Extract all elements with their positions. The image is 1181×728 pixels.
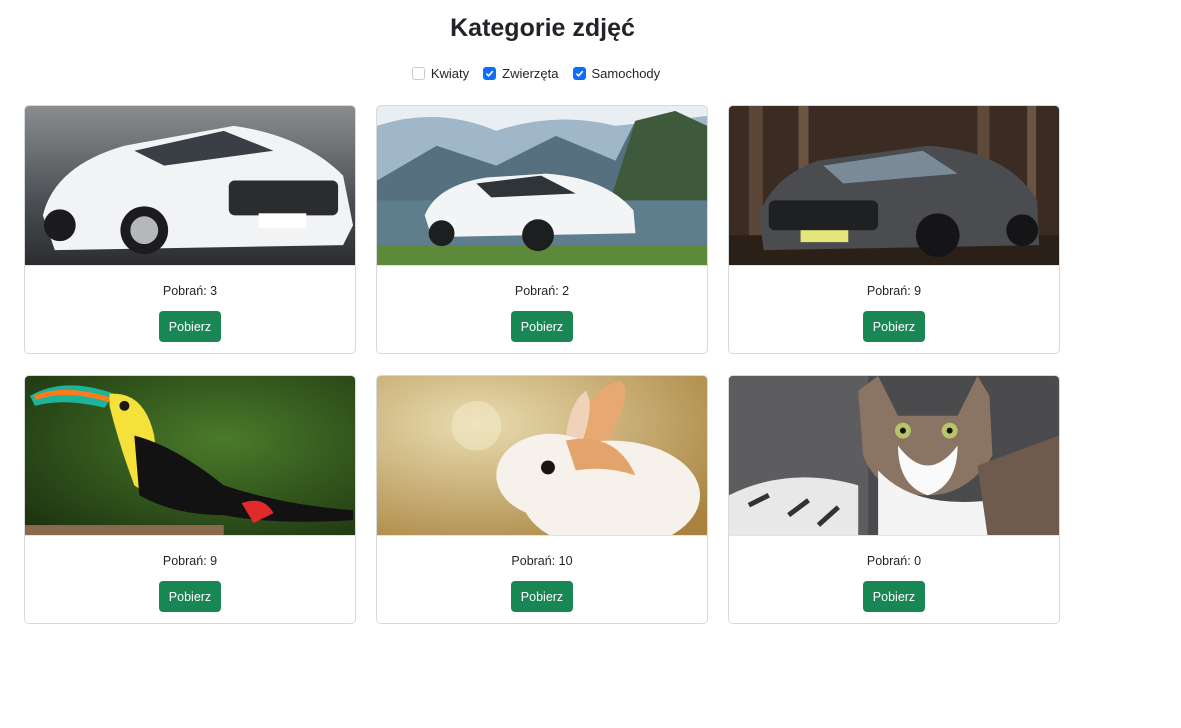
filter-kwiaty[interactable]: Kwiaty [411,66,470,81]
download-button[interactable]: Pobierz [511,581,573,612]
download-button[interactable]: Pobierz [863,311,925,342]
checkbox-kwiaty[interactable] [411,67,425,80]
photo-grid: Pobrań: 3 Pobierz Pobrań: 2 Pobierz Pobr… [24,105,1060,624]
filter-zwierzeta[interactable]: Zwierzęta [483,66,559,81]
check-icon [575,70,583,78]
checkbox-samochody[interactable] [572,67,586,80]
photo-card: Pobrań: 10 Pobierz [376,375,708,624]
toucan-photo [25,376,355,536]
dark-mercedes-forest-photo [729,106,1059,266]
photo-card: Pobrań: 3 Pobierz [24,105,356,354]
photo-card: Pobrań: 2 Pobierz [376,105,708,354]
check-icon [485,70,494,78]
filter-label: Zwierzęta [502,66,559,81]
download-count: Pobrań: 9 [162,554,218,568]
photo-card: Pobrań: 9 Pobierz [24,375,356,624]
page-title: Kategorie zdjęć [450,14,635,42]
download-button[interactable]: Pobierz [159,311,221,342]
download-count: Pobrań: 2 [514,284,570,298]
filter-samochody[interactable]: Samochody [572,66,661,81]
download-count: Pobrań: 0 [866,554,922,568]
category-filters: Kwiaty Zwierzęta Samochody [0,66,1072,81]
download-button[interactable]: Pobierz [159,581,221,612]
page: Kategorie zdjęć Kwiaty Zwierzęta Samocho… [0,0,1181,728]
rabbit-photo [377,376,707,536]
checkbox-zwierzeta[interactable] [483,67,497,80]
white-mercedes-sedan-lake-photo [377,106,707,266]
download-count: Pobrań: 10 [511,554,573,568]
photo-card: Pobrań: 0 Pobierz [728,375,1060,624]
photo-card: Pobrań: 9 Pobierz [728,105,1060,354]
download-button[interactable]: Pobierz [511,311,573,342]
white-mercedes-coupe-photo [25,106,355,266]
download-count: Pobrań: 9 [866,284,922,298]
cat-photo [729,376,1059,536]
filter-label: Kwiaty [430,66,470,81]
download-button[interactable]: Pobierz [863,581,925,612]
filter-label: Samochody [591,66,661,81]
download-count: Pobrań: 3 [162,284,218,298]
